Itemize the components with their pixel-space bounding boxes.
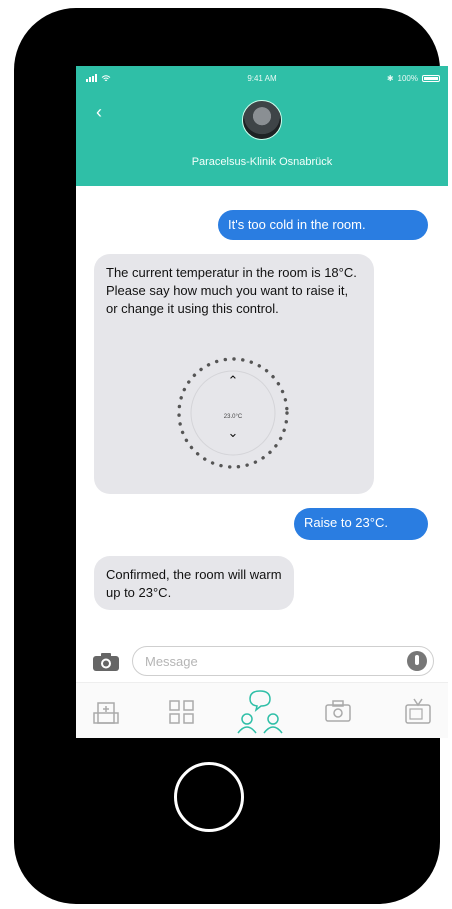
tab-camera[interactable] [308, 683, 368, 738]
message-bubble-incoming: Confirmed, the room will warm up to 23°C… [94, 556, 294, 610]
chat-people-icon [237, 690, 283, 734]
message-input-field[interactable] [132, 646, 434, 676]
battery-percent: 100% [397, 74, 418, 83]
message-list: It's too cold in the room. The current t… [76, 186, 448, 636]
tab-tv[interactable] [388, 683, 448, 738]
tab-grid[interactable] [152, 683, 212, 738]
phone-frame: 9:41 AM ✱ 100% ‹ Paracelsus-Klinik Osnab… [14, 8, 448, 904]
tab-hospital[interactable] [76, 683, 136, 738]
contact-name: Paracelsus-Klinik Osnabrück [191, 156, 333, 168]
camera-icon [325, 700, 351, 722]
composer [76, 636, 448, 682]
message-text: The current temperatur in the room is 18… [106, 265, 357, 316]
tv-icon [405, 698, 431, 724]
temperature-down-button[interactable]: ⌄ [172, 424, 294, 442]
temperature-up-button[interactable]: ⌃ [172, 372, 294, 390]
message-input[interactable] [145, 647, 385, 675]
tab-bar [76, 682, 448, 738]
message-bubble-outgoing: Raise to 23°C. [294, 508, 428, 540]
avatar[interactable] [242, 100, 282, 140]
bluetooth-icon: ✱ [386, 74, 394, 83]
tab-chat[interactable] [230, 683, 290, 738]
status-bar: 9:41 AM ✱ 100% [76, 72, 448, 86]
microphone-icon[interactable] [407, 651, 427, 671]
message-bubble-incoming: The current temperatur in the room is 18… [94, 254, 374, 494]
hospital-icon [93, 702, 119, 724]
home-button[interactable] [174, 762, 244, 832]
message-bubble-outgoing: It's too cold in the room. [218, 210, 428, 240]
grid-icon [169, 700, 194, 724]
back-button[interactable]: ‹ [96, 102, 102, 123]
chat-header: 9:41 AM ✱ 100% ‹ Paracelsus-Klinik Osnab… [76, 66, 448, 186]
screen: 9:41 AM ✱ 100% ‹ Paracelsus-Klinik Osnab… [76, 66, 448, 738]
battery-icon [422, 75, 440, 82]
camera-button[interactable] [92, 652, 120, 672]
thermostat-dial[interactable]: ⌃ 23.0°C ⌄ [172, 352, 294, 474]
